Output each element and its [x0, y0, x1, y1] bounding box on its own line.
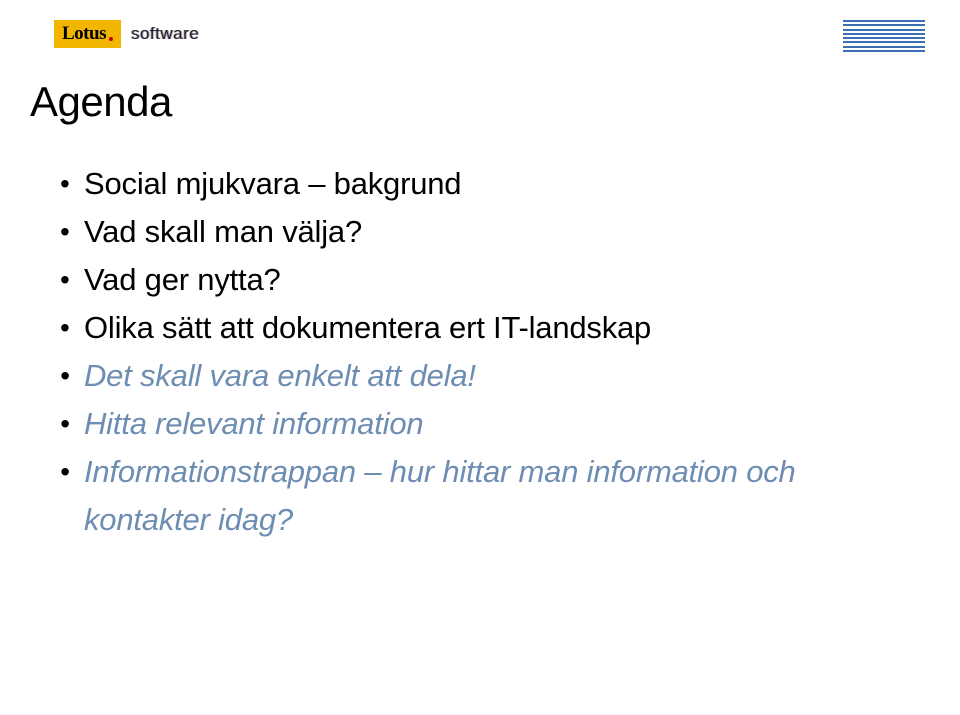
bullet-list: Social mjukvara – bakgrund Vad skall man…	[60, 160, 900, 544]
bullet-ul: Social mjukvara – bakgrund Vad skall man…	[60, 160, 900, 544]
lotus-label: Lotus	[62, 20, 106, 48]
bullet-item: Hitta relevant information	[60, 400, 900, 448]
lotus-dot-icon	[109, 37, 113, 41]
bullet-item: Social mjukvara – bakgrund	[60, 160, 900, 208]
bullet-text: Vad skall man välja?	[84, 214, 362, 249]
bullet-text: Det skall vara enkelt att dela!	[84, 358, 476, 393]
slide-title: Agenda	[30, 78, 172, 126]
bullet-item: Vad ger nytta?	[60, 256, 900, 304]
bullet-text: Informationstrappan – hur hittar man inf…	[84, 454, 796, 537]
software-label: software	[121, 20, 199, 48]
bullet-item: Vad skall man välja?	[60, 208, 900, 256]
bullet-text: Vad ger nytta?	[84, 262, 281, 297]
bullet-text: Olika sätt att dokumentera ert IT-landsk…	[84, 310, 651, 345]
bullet-text: Hitta relevant information	[84, 406, 423, 441]
lotus-logo-icon: Lotus	[54, 20, 121, 48]
bullet-item: Olika sätt att dokumentera ert IT-landsk…	[60, 304, 900, 352]
slide: Lotus software Agenda Social mjukvara – …	[0, 0, 960, 715]
bullet-item: Informationstrappan – hur hittar man inf…	[60, 448, 900, 544]
ibm-logo-icon	[843, 20, 925, 52]
lotus-software-logo: Lotus software	[54, 20, 199, 48]
bullet-text: Social mjukvara – bakgrund	[84, 166, 461, 201]
header: Lotus software	[0, 0, 960, 70]
bullet-item: Det skall vara enkelt att dela!	[60, 352, 900, 400]
